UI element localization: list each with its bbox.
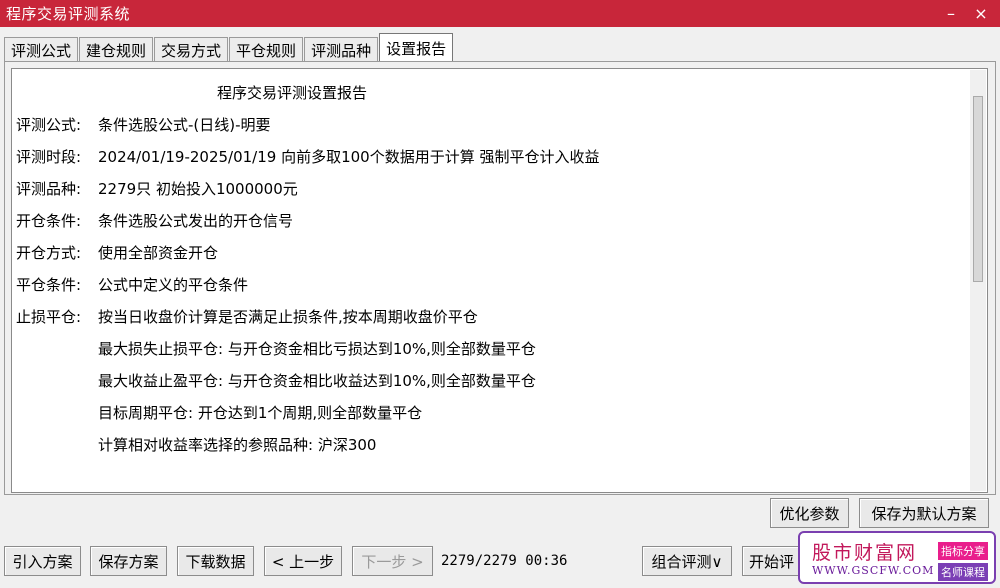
tab-close-rules[interactable]: 平仓规则 — [229, 37, 304, 62]
watermark-tag: 指标分享 — [938, 542, 988, 560]
next-step-button: 下一步 > — [352, 546, 433, 576]
minimize-icon[interactable]: – — [936, 0, 966, 27]
report-heading: 程序交易评测设置报告 — [216, 84, 367, 102]
watermark-url: WWW.GSCFW.COM — [812, 564, 935, 577]
report-row: 评测时段: 2024/01/19-2025/01/19 向前多取100个数据用于计… — [16, 148, 600, 166]
vertical-scrollbar[interactable] — [970, 70, 986, 491]
tab-open-rules[interactable]: 建仓规则 — [79, 37, 154, 62]
tab-trade-mode[interactable]: 交易方式 — [154, 37, 229, 62]
tab-bar: 评测公式 建仓规则 交易方式 平仓规则 评测品种 设置报告 — [4, 33, 454, 62]
tab-formula[interactable]: 评测公式 — [4, 37, 79, 62]
tab-panel: 程序交易评测设置报告 评测公式: 条件选股公式-(日线)-明要 评测时段: 2024… — [4, 61, 996, 495]
report-row: 评测品种: 2279只 初始投入1000000元 — [16, 180, 298, 198]
report-row: 开仓条件: 条件选股公式发出的开仓信号 — [16, 212, 294, 230]
watermark-tag: 名师课程 — [938, 563, 988, 581]
close-icon[interactable]: × — [966, 0, 996, 27]
watermark-logo: 股市财富网 WWW.GSCFW.COM 指标分享 名师课程 — [798, 531, 996, 584]
download-data-button[interactable]: 下载数据 — [177, 546, 254, 576]
report-subrow: 最大损失止损平仓: 与开仓资金相比亏损达到10%,则全部数量平仓 — [98, 340, 536, 358]
start-evaluate-button[interactable]: 开始评 — [742, 546, 802, 576]
report-textbox[interactable]: 程序交易评测设置报告 评测公式: 条件选股公式-(日线)-明要 评测时段: 2024… — [11, 68, 988, 493]
progress-status: 2279/2279 00:36 — [441, 553, 568, 569]
report-subrow: 目标周期平仓: 开仓达到1个周期,则全部数量平仓 — [98, 404, 423, 422]
import-scheme-button[interactable]: 引入方案 — [4, 546, 81, 576]
title-bar: 程序交易评测系统 – × — [0, 0, 1000, 27]
report-row: 平仓条件: 公式中定义的平仓条件 — [16, 276, 249, 294]
window-title: 程序交易评测系统 — [6, 5, 131, 23]
report-row: 止损平仓: 按当日收盘价计算是否满足止损条件,按本周期收盘价平仓 — [16, 308, 478, 326]
report-subrow: 计算相对收益率选择的参照品种: 沪深300 — [98, 436, 377, 454]
report-subrow: 最大收益止盈平仓: 与开仓资金相比收益达到10%,则全部数量平仓 — [98, 372, 536, 390]
combo-evaluate-button[interactable]: 组合评测∨ — [642, 546, 732, 576]
tab-symbols[interactable]: 评测品种 — [304, 37, 379, 62]
prev-step-button[interactable]: < 上一步 — [264, 546, 342, 576]
tab-report[interactable]: 设置报告 — [379, 33, 454, 62]
report-row: 评测公式: 条件选股公式-(日线)-明要 — [16, 116, 271, 134]
watermark-brand: 股市财富网 — [812, 542, 918, 564]
save-scheme-button[interactable]: 保存方案 — [90, 546, 167, 576]
report-row: 开仓方式: 使用全部资金开仓 — [16, 244, 219, 262]
save-default-button[interactable]: 保存为默认方案 — [859, 498, 989, 528]
scrollbar-thumb[interactable] — [973, 96, 983, 282]
optimize-params-button[interactable]: 优化参数 — [770, 498, 849, 528]
